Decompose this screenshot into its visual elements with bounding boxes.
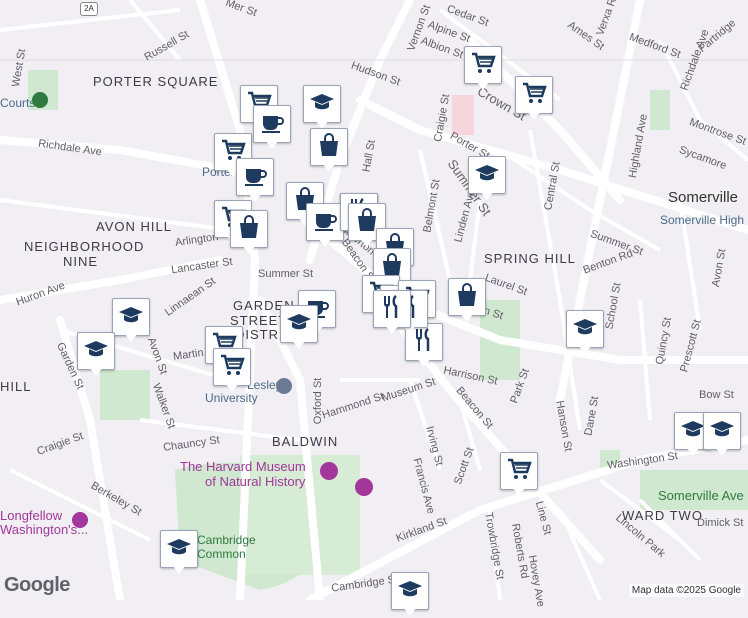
shopping-cart-icon	[505, 455, 533, 488]
graduation-cap-icon	[708, 415, 736, 448]
map-marker[interactable]	[464, 46, 502, 92]
university-icon	[276, 378, 292, 394]
coffee-cup-icon	[311, 206, 339, 239]
museum-icon	[320, 462, 338, 480]
map-marker[interactable]	[391, 572, 429, 618]
poi-label-cambridge: Cambridge	[197, 533, 256, 547]
area-label-avon-hill: AVON HILL	[96, 219, 172, 234]
graduation-cap-icon	[473, 159, 501, 192]
poi-label-longfellow: Longfellow	[0, 508, 63, 523]
area-label-hill: HILL	[0, 379, 32, 394]
map-marker[interactable]	[303, 85, 341, 131]
google-logo: Google	[4, 574, 70, 596]
area-label-neighborhood: NEIGHBORHOOD	[24, 239, 145, 254]
graduation-cap-icon	[285, 308, 313, 341]
graduation-cap-icon	[165, 533, 193, 566]
area-label-porter-square: PORTER SQUARE	[93, 74, 219, 89]
map-marker[interactable]	[160, 530, 198, 576]
map-attribution: Map data ©2025 Google	[628, 584, 744, 597]
poi-label-courts: Courts	[0, 96, 36, 110]
poi-label-harvard-museum: The Harvard Museum	[180, 459, 306, 474]
map-marker[interactable]	[230, 210, 268, 256]
city-label-somerville: Somerville	[668, 189, 739, 206]
street-label: Dimick St	[697, 517, 744, 529]
map-marker[interactable]	[500, 452, 538, 498]
landmark-icon	[72, 512, 88, 528]
map-marker[interactable]	[77, 332, 115, 378]
area-label-ward-two: WARD TWO	[622, 508, 703, 523]
graduation-cap-icon	[396, 575, 424, 608]
highway-shield: 2A	[80, 2, 98, 16]
area-label-nine: NINE	[63, 254, 99, 269]
map-marker[interactable]	[373, 290, 411, 336]
street-label: Summer St	[258, 268, 314, 280]
graduation-cap-icon	[308, 88, 336, 121]
map-marker[interactable]	[703, 412, 741, 458]
coffee-cup-icon	[258, 108, 286, 141]
coffee-cup-icon	[241, 161, 269, 194]
area-label-spring-hill: SPRING HILL	[484, 251, 576, 266]
street-label: Bow St	[699, 389, 734, 401]
courts-icon	[32, 92, 48, 108]
area-label-baldwin: BALDWIN	[272, 434, 339, 449]
shopping-bag-icon	[453, 281, 481, 314]
map-marker[interactable]	[280, 305, 318, 351]
park-label-lincoln-park: Somerville Ave	[658, 488, 744, 503]
poi-label-somerville-high: Somerville High Sc	[660, 213, 748, 227]
map-marker[interactable]	[112, 298, 150, 344]
restaurant-icon	[378, 293, 406, 326]
poi-label-common: Common	[197, 547, 246, 561]
map-marker[interactable]	[253, 105, 291, 151]
graduation-cap-icon	[117, 301, 145, 334]
shopping-bag-icon	[315, 131, 343, 164]
map-marker[interactable]	[468, 156, 506, 202]
shopping-bag-icon	[235, 213, 263, 246]
graduation-cap-icon	[571, 313, 599, 346]
street-label: Oxford St	[312, 377, 325, 425]
map-marker[interactable]	[515, 76, 553, 122]
map-canvas[interactable]: PORTER SQUARE AVON HILL NEIGHBORHOOD NIN…	[0, 0, 748, 616]
graduation-cap-icon	[82, 335, 110, 368]
map-marker[interactable]	[213, 348, 251, 394]
map-marker[interactable]	[310, 128, 348, 174]
map-marker[interactable]	[306, 203, 344, 249]
map-marker[interactable]	[448, 278, 486, 324]
shopping-cart-icon	[469, 49, 497, 82]
map-marker[interactable]	[566, 310, 604, 356]
map-marker[interactable]	[236, 158, 274, 204]
poi-label-natural-history: of Natural History	[205, 474, 306, 489]
shopping-cart-icon	[218, 351, 246, 384]
shopping-cart-icon	[520, 79, 548, 112]
museum-icon	[355, 478, 373, 496]
